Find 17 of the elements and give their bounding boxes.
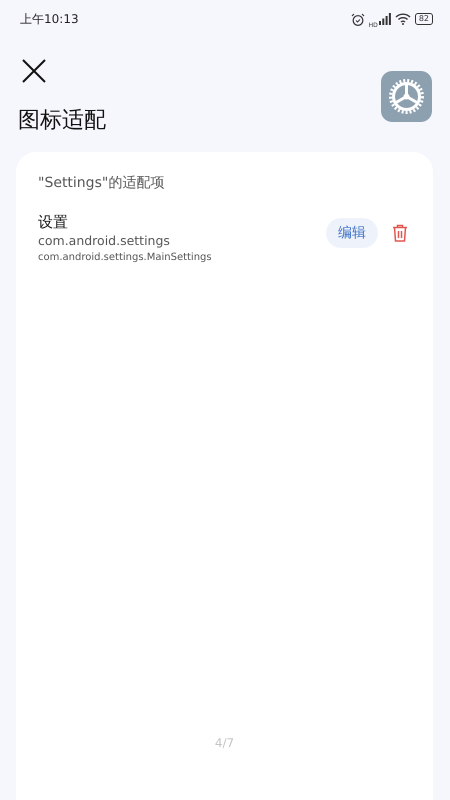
activity-name: com.android.settings.MainSettings [38, 251, 213, 265]
edit-button[interactable]: 编辑 [326, 218, 378, 248]
alarm-icon [350, 12, 365, 26]
close-icon [21, 58, 47, 84]
page-indicator: 4/7 [214, 736, 236, 750]
gear-icon [381, 71, 432, 122]
trash-icon [392, 224, 408, 242]
signal-icon [378, 13, 391, 25]
delete-button[interactable] [392, 224, 408, 242]
wifi-icon [394, 13, 411, 25]
page-title: 图标适配 [18, 107, 106, 135]
battery-indicator: 82 [414, 13, 433, 25]
app-name: 设置 [38, 212, 69, 232]
status-time: 上午10:13 [20, 10, 79, 28]
close-button[interactable] [21, 58, 47, 84]
section-heading: "Settings"的适配项 [38, 174, 166, 192]
package-name: com.android.settings [38, 232, 171, 250]
